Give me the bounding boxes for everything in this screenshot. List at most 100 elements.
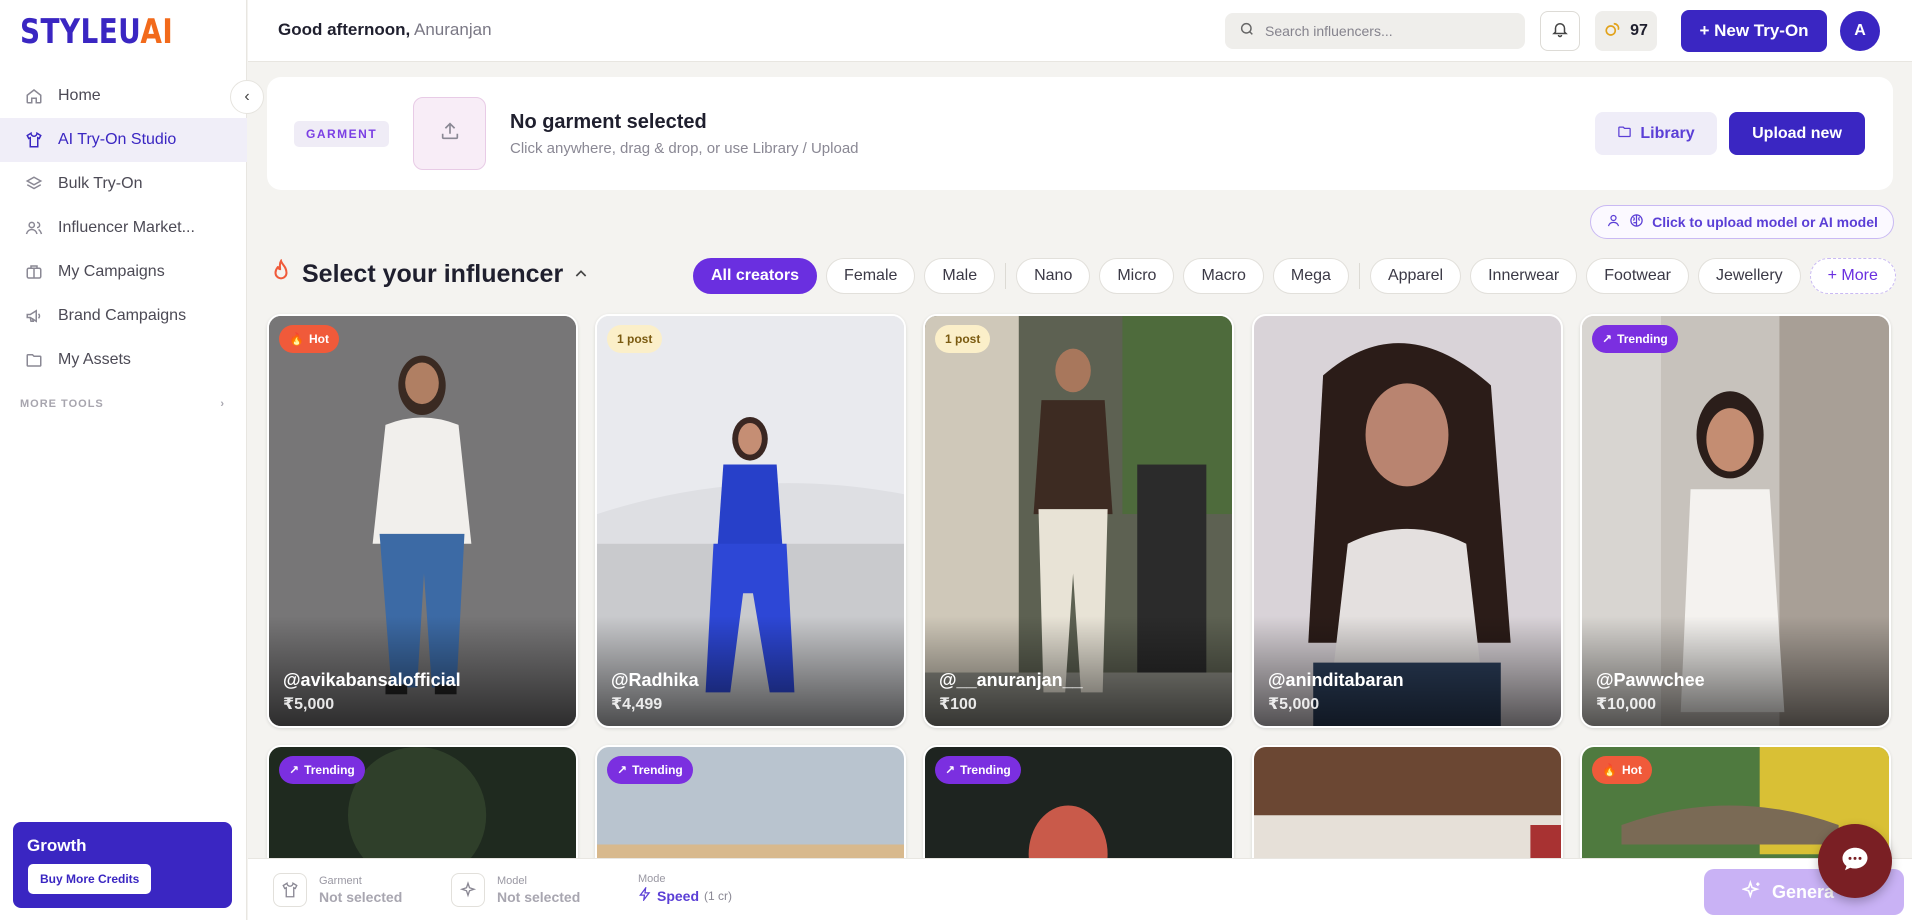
chip-apparel[interactable]: Apparel (1369, 258, 1462, 294)
trending-badge: ↗ Trending (607, 756, 693, 784)
trending-icon: ↗ (1602, 332, 1613, 346)
bell-icon (1551, 20, 1569, 43)
bottom-bar: Garment Not selected Model Not selected … (248, 858, 1912, 920)
sparkle-icon (1741, 879, 1762, 905)
sidebar-item-home[interactable]: Home (0, 74, 247, 118)
influencer-price: ₹5,000 (283, 696, 335, 713)
sidebar-item-influencer-market[interactable]: Influencer Market... (0, 206, 247, 250)
brain-icon (1629, 213, 1644, 231)
top-header: Good afternoon, Anuranjan 97 + New Try-O… (248, 0, 1912, 62)
chip-macro[interactable]: Macro (1183, 258, 1264, 294)
filter-chips: All creators Female Male Nano Micro Macr… (693, 258, 1896, 294)
influencer-card[interactable]: 1 post @Radhika ₹4,499 (595, 314, 906, 728)
badge-label: Hot (308, 332, 329, 346)
sidebar-item-my-assets[interactable]: My Assets (0, 338, 247, 382)
chip-divider (1005, 263, 1007, 289)
folder-icon (1617, 124, 1632, 144)
mode-selector[interactable]: Mode Speed (1 cr) (638, 873, 732, 904)
garment-subtitle: Click anywhere, drag & drop, or use Libr… (510, 140, 859, 157)
sidebar-item-label: My Campaigns (58, 263, 165, 280)
post-count-badge: 1 post (607, 325, 663, 353)
chip-female[interactable]: Female (826, 258, 916, 294)
influencer-card[interactable]: @aninditabaran ₹5,000 (1252, 314, 1563, 728)
upload-new-button[interactable]: Upload new (1729, 112, 1865, 155)
chip-jewellery[interactable]: Jewellery (1697, 258, 1801, 294)
upload-icon (439, 120, 461, 147)
badge-label: Trending (1617, 332, 1668, 346)
select-influencer-heading: Select your influencer (270, 258, 589, 290)
model-status[interactable]: Model Not selected (451, 873, 580, 907)
garment-badge: GARMENT (294, 121, 390, 147)
sidebar: STYLEUAI Home AI Try-On Studio Bulk Try-… (0, 0, 247, 920)
garment-status-value: Not selected (319, 889, 403, 905)
sparkle-icon (451, 873, 485, 907)
sidebar-item-brand-campaigns[interactable]: Brand Campaigns (0, 294, 247, 338)
chat-button[interactable] (1818, 824, 1892, 898)
chat-icon (1840, 844, 1870, 879)
more-tools-toggle[interactable]: MORE TOOLS › (20, 398, 225, 410)
chip-male[interactable]: Male (924, 258, 996, 294)
folder-icon (24, 350, 44, 370)
influencer-price: ₹5,000 (1268, 696, 1320, 713)
upload-model-label: Click to upload model or AI model (1652, 214, 1878, 230)
chip-footwear[interactable]: Footwear (1586, 258, 1689, 294)
chip-innerwear[interactable]: Innerwear (1470, 258, 1578, 294)
chip-micro[interactable]: Micro (1099, 258, 1175, 294)
notifications-button[interactable] (1540, 11, 1580, 51)
badge-label: Trending (960, 763, 1011, 777)
influencer-price: ₹4,499 (611, 696, 663, 713)
influencer-price: ₹100 (939, 696, 977, 713)
upload-model-button[interactable]: Click to upload model or AI model (1590, 205, 1894, 239)
influencer-card[interactable]: ↗ Trending @Pawwchee ₹10,000 (1580, 314, 1891, 728)
sidebar-item-ai-try-on-studio[interactable]: AI Try-On Studio (0, 118, 247, 162)
garment-dropzone[interactable] (413, 97, 486, 170)
influencer-price: ₹10,000 (1596, 696, 1657, 713)
buy-credits-button[interactable]: Buy More Credits (28, 864, 152, 894)
chip-nano[interactable]: Nano (1016, 258, 1091, 294)
brand-logo[interactable]: STYLEUAI (20, 12, 173, 52)
lightning-icon (638, 885, 652, 904)
sidebar-item-label: Bulk Try-On (58, 175, 143, 192)
new-try-on-button[interactable]: + New Try-On (1681, 10, 1827, 52)
trending-badge: ↗ Trending (279, 756, 365, 784)
mode-label: Mode (638, 873, 666, 885)
sidebar-item-label: My Assets (58, 351, 131, 368)
sidebar-item-my-campaigns[interactable]: My Campaigns (0, 250, 247, 294)
select-influencer-title: Select your influencer (302, 260, 564, 288)
chip-divider (1358, 263, 1360, 289)
growth-card: Growth Buy More Credits (13, 822, 232, 908)
influencer-card[interactable]: 1 post @__anuranjan__ ₹100 (923, 314, 1234, 728)
credits-count: 97 (1630, 22, 1648, 39)
flame-icon: 🔥 (289, 332, 304, 346)
credits-balance[interactable]: 97 (1595, 11, 1657, 51)
briefcase-icon (24, 262, 44, 282)
badge-label: Trending (304, 763, 355, 777)
chip-mega[interactable]: Mega (1272, 258, 1349, 294)
garment-status-label: Garment (319, 875, 362, 887)
collapse-sidebar-button[interactable]: ‹ (230, 80, 264, 114)
sidebar-item-label: Home (58, 87, 101, 104)
hot-badge: 🔥 Hot (1592, 756, 1652, 784)
chevron-up-icon[interactable] (573, 260, 589, 289)
garment-status[interactable]: Garment Not selected (273, 873, 402, 907)
trending-icon: ↗ (945, 763, 956, 777)
garment-title: No garment selected (510, 111, 707, 133)
user-name: Anuranjan (414, 20, 492, 39)
garment-panel[interactable]: GARMENT No garment selected Click anywhe… (267, 77, 1893, 190)
badge-label: Trending (632, 763, 683, 777)
search-input[interactable] (1265, 23, 1505, 39)
sidebar-item-bulk-try-on[interactable]: Bulk Try-On (0, 162, 247, 206)
avatar[interactable]: A (1840, 11, 1880, 51)
chevron-left-icon: ‹ (244, 88, 250, 105)
hot-badge: 🔥 Hot (279, 325, 339, 353)
influencer-handle: @__anuranjan__ (939, 670, 1083, 690)
search-icon (1239, 21, 1255, 42)
greeting-text: Good afternoon, (278, 20, 411, 39)
chip-all-creators[interactable]: All creators (693, 258, 818, 294)
influencer-handle: @Pawwchee (1596, 670, 1705, 690)
search-box[interactable] (1225, 13, 1525, 49)
influencer-card[interactable]: 🔥 Hot @avikabansalofficial ₹5,000 (267, 314, 578, 728)
chip-more[interactable]: + More (1809, 258, 1896, 294)
library-button[interactable]: Library (1595, 112, 1717, 155)
mode-cost: (1 cr) (704, 888, 733, 903)
